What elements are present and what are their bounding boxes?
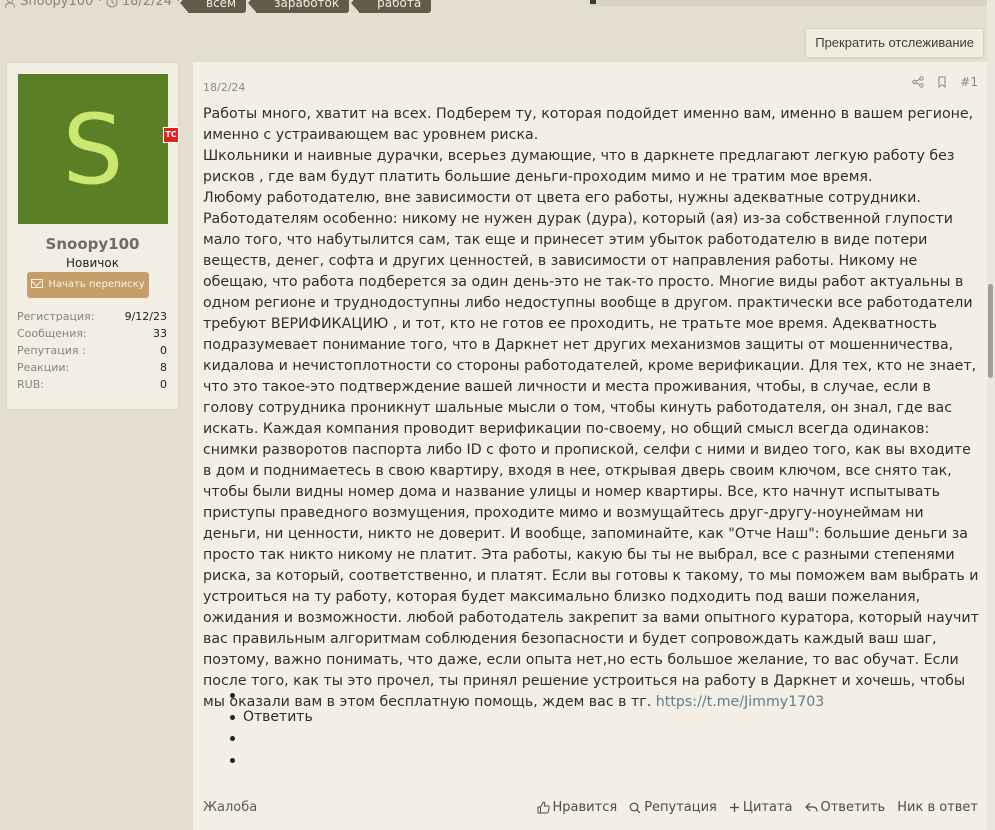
tag-item[interactable]: заработок xyxy=(248,0,350,13)
post-paragraph: Работы много, хватит на всех. Подберем т… xyxy=(203,106,974,143)
user-card: S Snoopy100 Новичок Начать переписку Рег… xyxy=(6,62,179,410)
report-link[interactable]: Жалоба xyxy=(203,800,257,815)
topic-starter-badge: ТС xyxy=(163,127,179,143)
thread-tags: всем заработок работа xyxy=(179,0,432,13)
post-footer-actions: Нравится Репутация Цитата Ответить Ник в… xyxy=(537,800,978,815)
bookmark-icon[interactable] xyxy=(936,76,948,88)
start-conversation-label: Начать переписку xyxy=(48,279,145,290)
post-paragraph: Любому работодателю, вне зависимости от … xyxy=(203,190,979,710)
stat-reactions: Реакции: 8 xyxy=(17,361,167,374)
post-header-actions: #1 xyxy=(912,75,978,89)
list-item xyxy=(230,750,313,772)
user-stats: Регистрация: 9/12/23 Сообщения: 33 Репутац… xyxy=(17,308,167,393)
telegram-link[interactable]: https://t.me/Jimmy1703 xyxy=(656,694,825,710)
start-conversation-button[interactable]: Начать переписку xyxy=(27,272,149,298)
user-title: Новичок xyxy=(66,256,119,270)
tag-item[interactable]: работа xyxy=(351,0,432,13)
reply-icon xyxy=(804,802,818,812)
thread-author[interactable]: Snoopy100 xyxy=(20,0,93,9)
reputation-button[interactable]: Репутация xyxy=(629,800,717,815)
envelope-icon xyxy=(31,278,44,288)
nick-reply-button[interactable]: Ник в ответ xyxy=(897,800,978,815)
user-icon xyxy=(5,0,15,8)
thread-date: 18/2/24 xyxy=(121,0,172,9)
post-action-list: Ответить xyxy=(230,685,313,772)
list-item xyxy=(230,685,313,707)
tag-item[interactable]: всем xyxy=(179,0,247,13)
share-icon[interactable] xyxy=(912,76,924,88)
post-footer: Жалоба Нравится Репутация Цитата Ответит… xyxy=(203,800,978,820)
reply-button[interactable]: Ответить xyxy=(804,800,885,815)
page-scrollbar[interactable] xyxy=(987,0,995,830)
post-header: 18/2/24 #1 xyxy=(203,75,978,94)
post-date[interactable]: 18/2/24 xyxy=(203,81,245,94)
thread-meta: Snoopy100 · 18/2/24 · xyxy=(4,0,196,9)
header-edge xyxy=(590,0,995,6)
quote-button[interactable]: Цитата xyxy=(729,800,793,815)
stat-messages: Сообщения: 33 xyxy=(17,327,167,340)
stat-reputation: Репутация :0 xyxy=(17,344,167,357)
plus-icon xyxy=(729,803,739,812)
scrollbar-thumb[interactable] xyxy=(988,284,993,378)
post-number[interactable]: #1 xyxy=(960,75,978,89)
search-icon xyxy=(629,802,641,813)
stat-rub: RUB: 0 xyxy=(17,378,167,391)
post-text: Работы много, хватит на всех. Подберем т… xyxy=(203,104,983,713)
post-paragraph: Школьники и наивные дурачки, всерьез дум… xyxy=(203,148,955,185)
post: S Snoopy100 Новичок Начать переписку Рег… xyxy=(0,62,988,830)
list-item xyxy=(230,728,313,750)
list-item-reply[interactable]: Ответить xyxy=(230,707,313,729)
thumbs-up-icon xyxy=(537,801,550,814)
like-button[interactable]: Нравится xyxy=(537,800,617,815)
stat-registration: Регистрация: 9/12/23 xyxy=(17,310,167,323)
avatar[interactable]: S xyxy=(18,74,168,224)
username[interactable]: Snoopy100 xyxy=(7,235,178,253)
post-body: 18/2/24 #1 Работы много, хватит на всех.… xyxy=(192,62,988,830)
unwatch-button[interactable]: Прекратить отслеживание xyxy=(805,28,984,58)
clock-icon xyxy=(106,0,118,7)
